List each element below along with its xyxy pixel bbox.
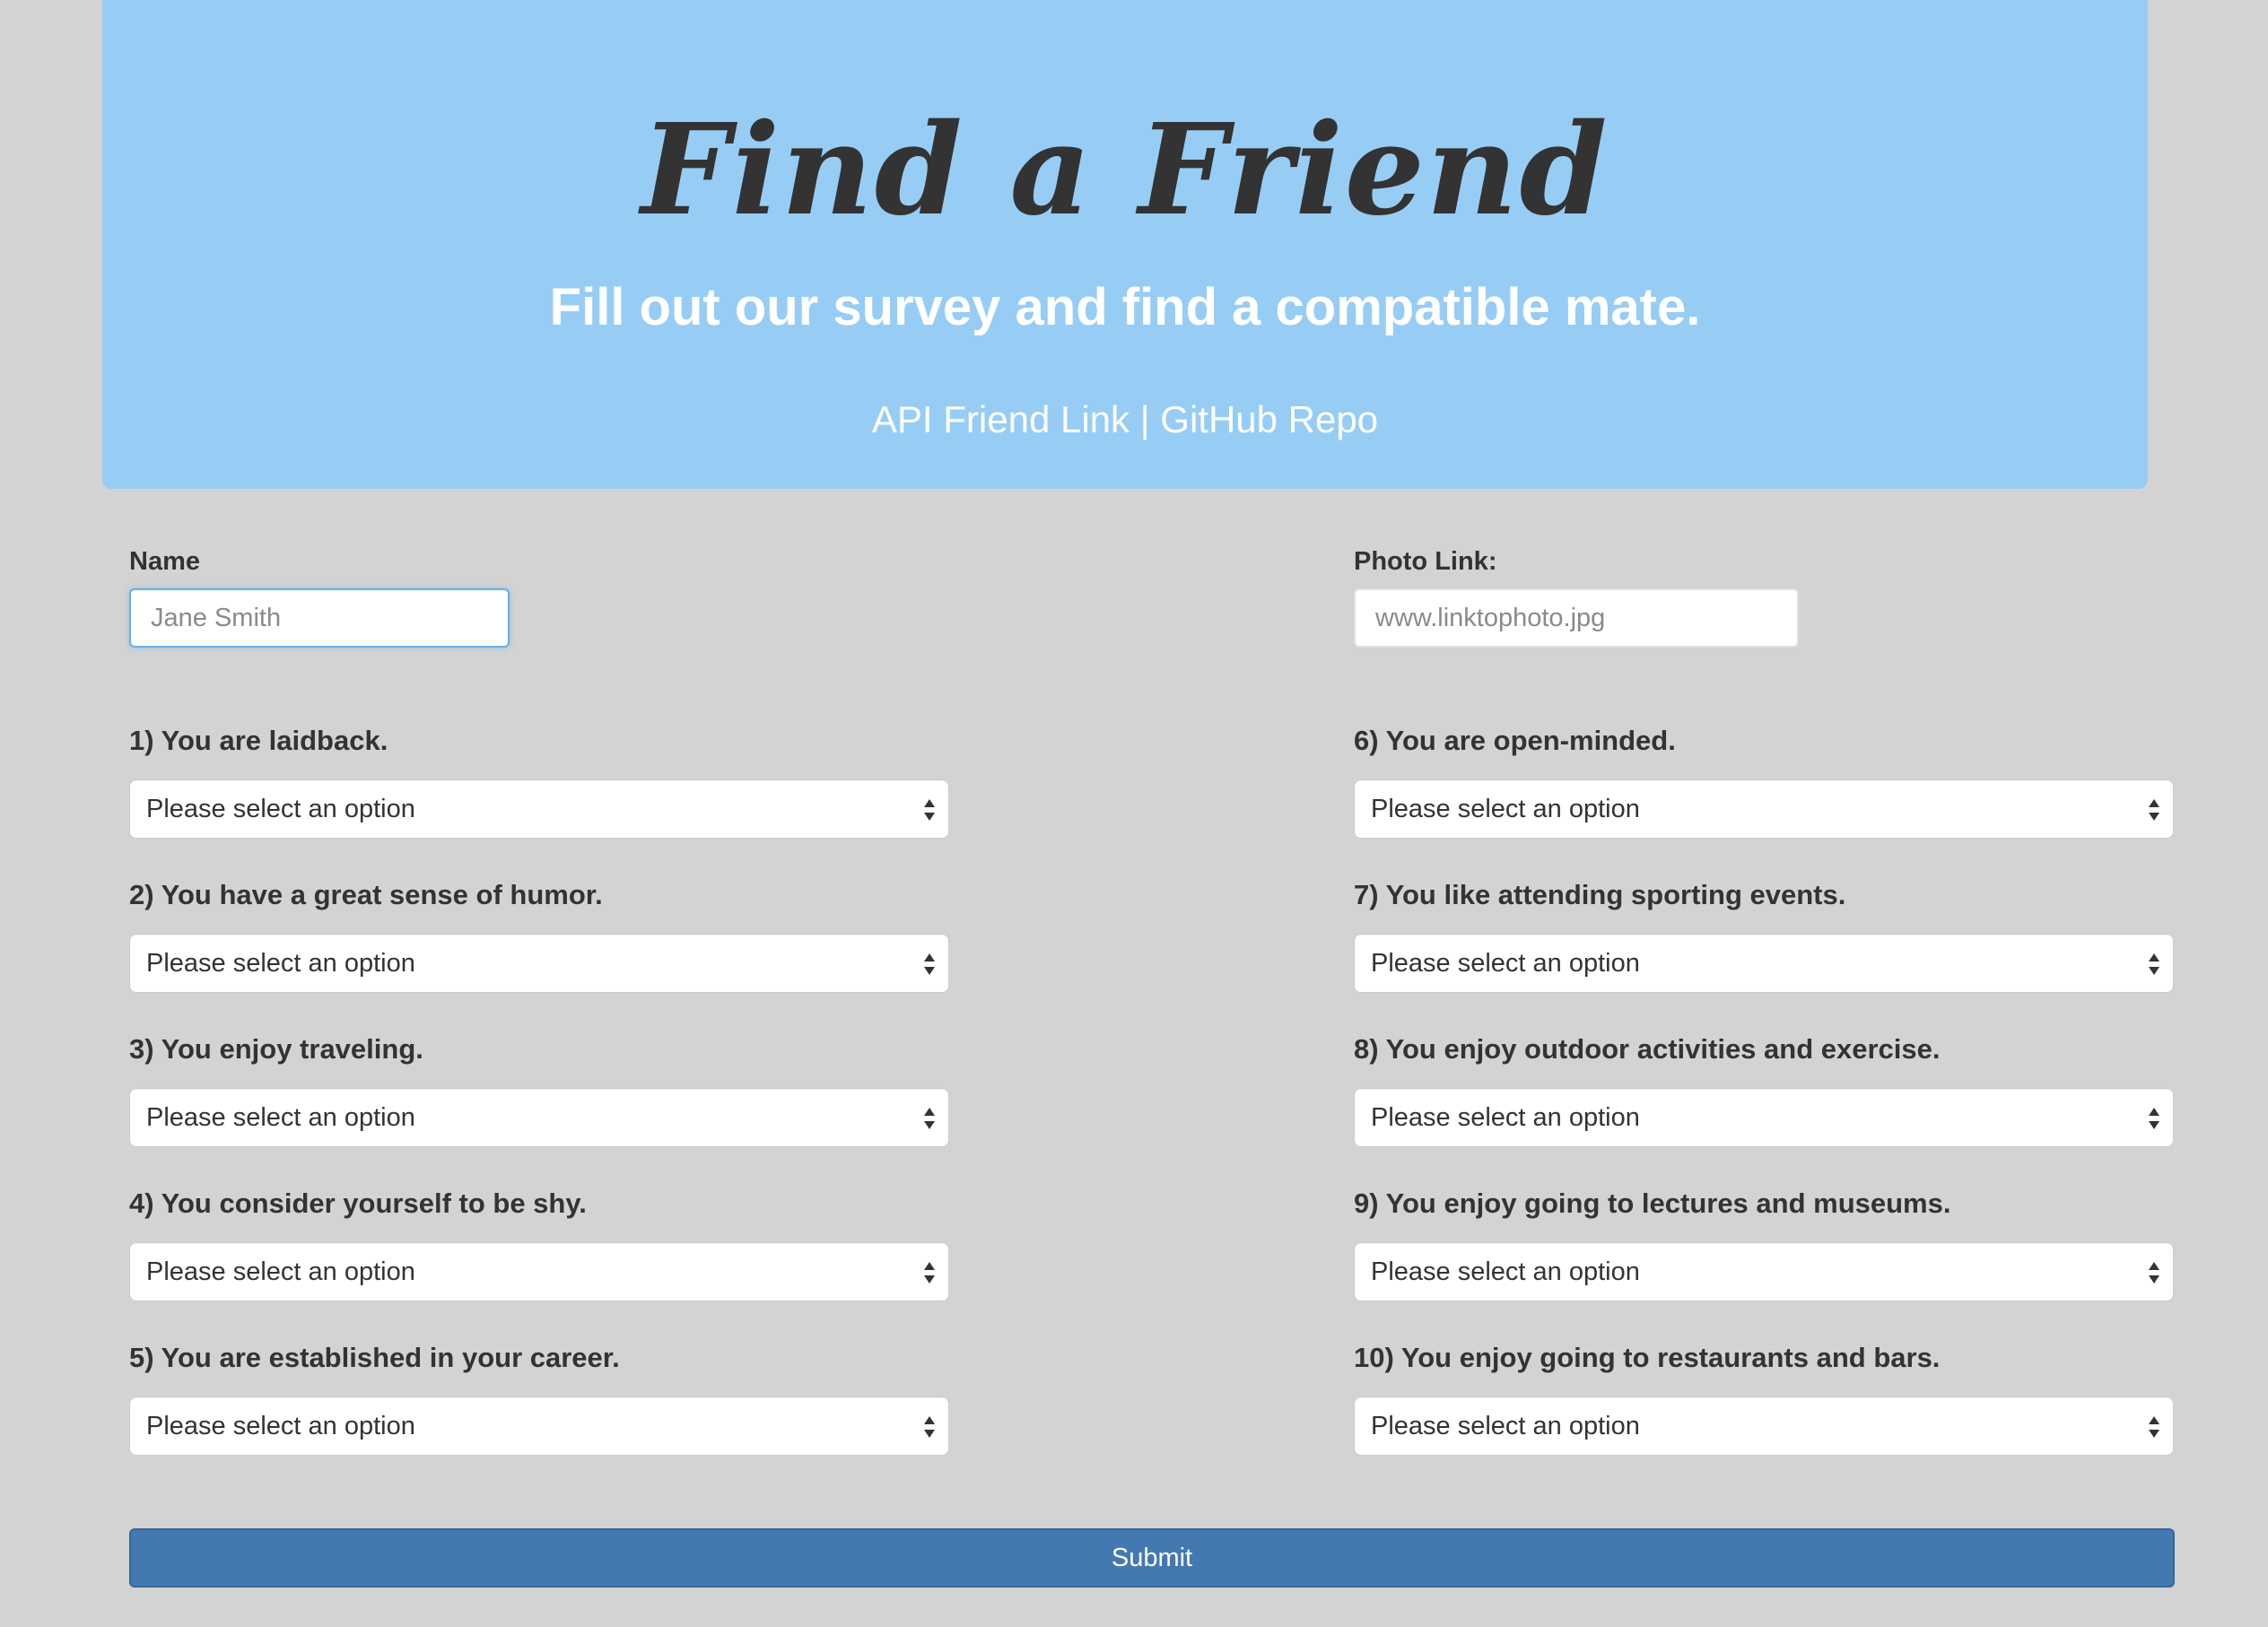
link-separator: | [1130,398,1161,440]
question-4-label: 4) You consider yourself to be shy. [129,1188,587,1219]
select-arrows-icon [2149,1262,2159,1283]
select-value: Please select an option [146,1257,415,1286]
select-value: Please select an option [1371,1412,1640,1440]
select-arrows-icon [924,1108,935,1129]
question-4-select[interactable]: Please select an option [129,1242,949,1301]
question-8-label: 8) You enjoy outdoor activities and exer… [1354,1033,1941,1065]
select-arrows-icon [2149,1108,2159,1129]
question-1-select[interactable]: Please select an option [129,779,949,839]
page-subtitle: Fill out our survey and find a compatibl… [549,278,1701,336]
select-value: Please select an option [1371,1103,1640,1132]
photo-link-input[interactable] [1354,588,1799,648]
select-value: Please select an option [146,949,415,978]
select-value: Please select an option [146,795,415,823]
submit-button[interactable]: Submit [129,1528,2175,1588]
select-arrows-icon [2149,953,2159,975]
photo-link-label: Photo Link: [1354,547,1497,576]
select-arrows-icon [924,1416,935,1438]
question-2-select[interactable]: Please select an option [129,934,949,993]
select-value: Please select an option [1371,949,1640,978]
name-label: Name [129,547,200,576]
select-value: Please select an option [1371,1257,1640,1286]
header-links: API Friend Link | GitHub Repo [102,395,2148,445]
select-arrows-icon [2149,799,2159,821]
select-arrows-icon [924,799,935,821]
select-value: Please select an option [1371,795,1640,823]
question-8-select[interactable]: Please select an option [1354,1088,2174,1147]
question-7-select[interactable]: Please select an option [1354,934,2174,993]
page-title: Find a Friend [641,97,1609,244]
select-value: Please select an option [146,1412,415,1440]
select-arrows-icon [2149,1416,2159,1438]
question-6-label: 6) You are open-minded. [1354,725,1676,756]
select-arrows-icon [924,953,935,975]
question-9-select[interactable]: Please select an option [1354,1242,2174,1301]
question-3-select[interactable]: Please select an option [129,1088,949,1147]
question-7-label: 7) You like attending sporting events. [1354,879,1846,910]
select-arrows-icon [924,1262,935,1283]
question-6-select[interactable]: Please select an option [1354,779,2174,839]
name-input[interactable] [129,588,510,648]
api-friend-link[interactable]: API Friend Link [872,398,1130,440]
question-1-label: 1) You are laidback. [129,725,388,756]
question-10-label: 10) You enjoy going to restaurants and b… [1354,1342,1941,1373]
question-10-select[interactable]: Please select an option [1354,1396,2174,1456]
github-repo-link[interactable]: GitHub Repo [1160,398,1378,440]
question-9-label: 9) You enjoy going to lectures and museu… [1354,1188,1951,1219]
question-2-label: 2) You have a great sense of humor. [129,879,603,910]
question-5-select[interactable]: Please select an option [129,1396,949,1456]
select-value: Please select an option [146,1103,415,1132]
question-5-label: 5) You are established in your career. [129,1342,620,1373]
question-3-label: 3) You enjoy traveling. [129,1033,423,1065]
header-jumbotron: Find a Friend Fill out our survey and fi… [102,0,2148,489]
